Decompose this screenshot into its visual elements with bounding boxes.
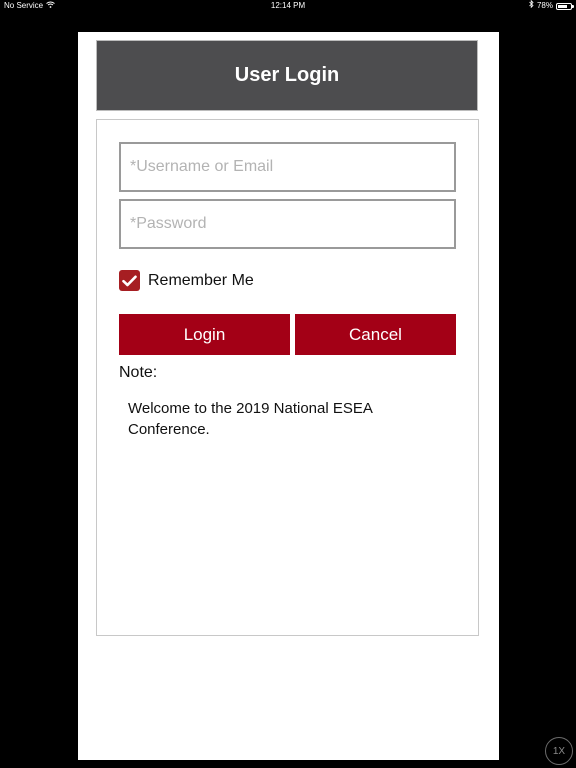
bluetooth-icon bbox=[529, 0, 534, 12]
remember-me-toggle[interactable]: Remember Me bbox=[119, 270, 254, 291]
cancel-button[interactable]: Cancel bbox=[295, 314, 456, 355]
login-header: User Login bbox=[96, 40, 478, 111]
login-form: Remember Me Login Cancel Note: Welcome t… bbox=[96, 119, 479, 636]
password-input[interactable] bbox=[119, 199, 456, 249]
remember-me-label: Remember Me bbox=[148, 271, 254, 289]
zoom-badge[interactable]: 1X bbox=[545, 737, 573, 765]
battery-icon bbox=[556, 2, 574, 10]
status-bar: No Service 12:14 PM 78% bbox=[0, 0, 576, 12]
battery-percent: 78% bbox=[536, 1, 553, 10]
login-panel: User Login Remember Me Login Cancel Note… bbox=[78, 32, 499, 760]
note-text: Welcome to the 2019 National ESEA Confer… bbox=[128, 400, 373, 438]
status-right: 78% bbox=[529, 0, 574, 12]
username-input[interactable] bbox=[119, 142, 456, 192]
note-label: Note: bbox=[119, 364, 158, 381]
status-time: 12:14 PM bbox=[270, 1, 306, 10]
app-screen: No Service 12:14 PM 78% User Login *User… bbox=[0, 0, 576, 768]
battery-fill bbox=[558, 4, 568, 8]
page-title: User Login bbox=[234, 64, 340, 86]
checkmark-icon bbox=[122, 275, 137, 286]
login-button[interactable]: Login bbox=[119, 314, 290, 355]
remember-me-checkbox[interactable] bbox=[119, 270, 140, 291]
